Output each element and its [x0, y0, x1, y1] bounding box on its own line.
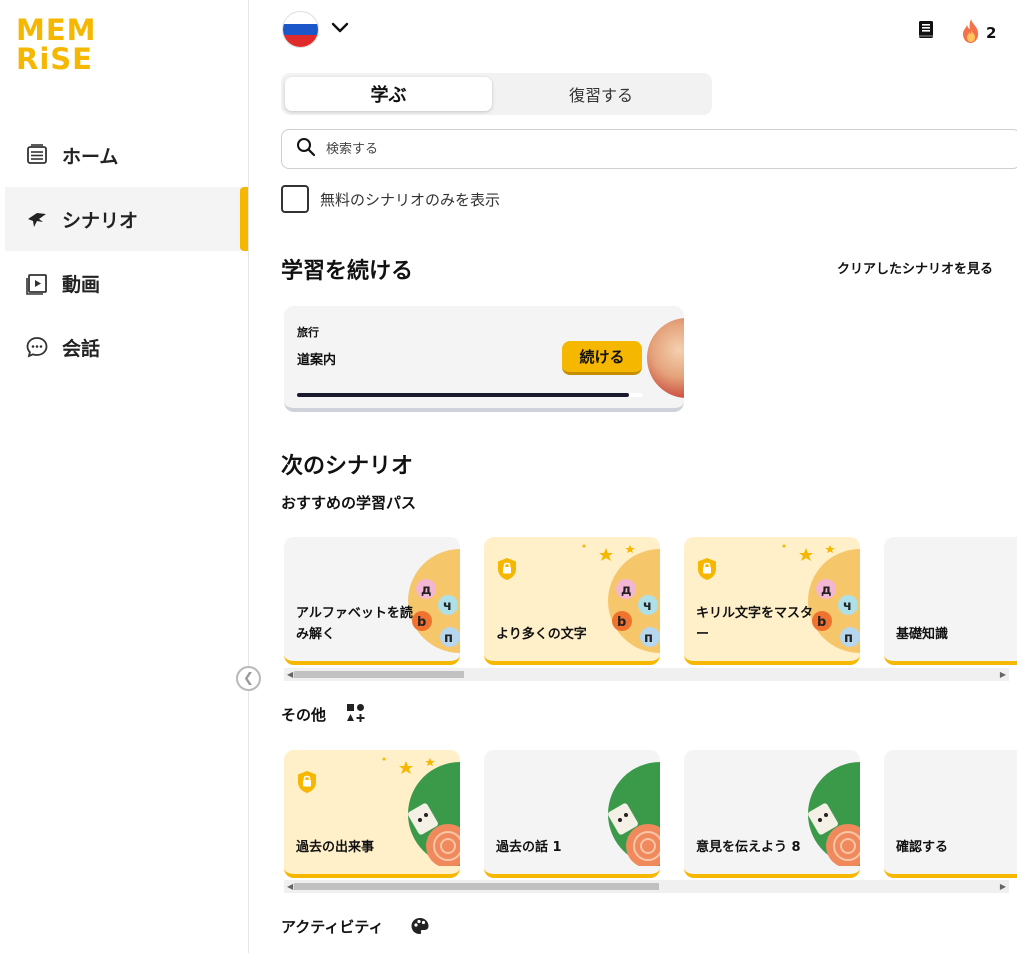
svg-text:b: b	[417, 615, 426, 630]
video-icon	[24, 270, 50, 296]
chevron-left-icon: ❮	[243, 671, 254, 686]
scenario-card-title: 過去の出来事	[296, 840, 375, 855]
see-cleared-scenarios-link[interactable]: クリアしたシナリオを見る	[837, 258, 993, 277]
free-only-checkbox[interactable]	[281, 185, 309, 213]
search-icon	[296, 137, 316, 161]
continue-scenario-card[interactable]: 旅行 道案内 続ける	[284, 306, 684, 412]
scenario-card[interactable]: 基礎知識	[884, 537, 1017, 665]
scenario-card[interactable]: д ч b п より多くの文字	[484, 537, 660, 665]
tab-learn[interactable]: 学ぶ	[285, 77, 492, 111]
scenario-title: 道案内	[297, 353, 337, 368]
scenario-progress-bar	[297, 393, 643, 397]
activities-heading: アクティビティ	[281, 918, 384, 936]
progress-fill	[297, 393, 630, 397]
scenario-icon	[24, 206, 50, 232]
sidebar-item-label: 動画	[62, 273, 101, 296]
free-only-label: 無料のシナリオのみを表示	[320, 190, 501, 209]
scroll-left-arrow-icon[interactable]: ◀	[287, 880, 293, 893]
svg-text:д: д	[421, 583, 432, 598]
svg-text:п: п	[444, 631, 453, 646]
svg-text:д: д	[821, 583, 832, 598]
scenario-card-title: 基礎知識	[896, 627, 949, 642]
svg-text:ч: ч	[443, 599, 452, 614]
memrise-logo[interactable]: MEM RiSE	[16, 13, 97, 76]
scrollbar-thumb[interactable]	[294, 883, 659, 890]
chat-bubble-icon	[24, 334, 50, 360]
scenario-card[interactable]: 確認する	[884, 750, 1017, 878]
recommended-row-scrollbar[interactable]: ◀ ▶	[284, 668, 1009, 681]
scenario-card-title: 意見を伝えよう 8	[696, 840, 801, 855]
language-flag-russian[interactable]	[282, 11, 319, 48]
shapes-category-icon	[346, 703, 366, 727]
sidebar-item-home[interactable]: ホーム	[5, 123, 248, 187]
svg-text:д: д	[621, 583, 632, 598]
next-scenarios-heading: 次のシナリオ	[281, 454, 414, 479]
continue-button[interactable]: 続ける	[562, 341, 642, 375]
search-bar	[281, 129, 1017, 169]
scenario-card[interactable]: 過去の出来事	[284, 750, 460, 878]
sidebar-item-videos[interactable]: 動画	[5, 251, 248, 315]
scenario-card-title: キリル文字をマスター	[696, 606, 814, 642]
premium-lock-icon	[298, 771, 316, 793]
dictionary-book-icon[interactable]	[917, 20, 935, 44]
recommended-cards-row: д ч b п アルファベットを読み解く д ч b п より多くの文字 д ч…	[284, 537, 1017, 667]
sidebar-item-label: ホーム	[62, 145, 119, 168]
tab-review[interactable]: 復習する	[495, 77, 707, 111]
premium-lock-icon	[698, 558, 716, 580]
svg-text:ч: ч	[843, 599, 852, 614]
sidebar-item-label: シナリオ	[62, 209, 139, 232]
svg-text:п: п	[644, 631, 653, 646]
other-cards-row: 過去の出来事 過去の話 1 意見を伝えよう 8 確認する	[284, 750, 1017, 880]
search-input[interactable]	[326, 141, 926, 157]
scroll-right-arrow-icon[interactable]: ▶	[1000, 668, 1006, 681]
sidebar: MEM RiSE ホーム シナリオ 動画 会話	[0, 0, 249, 953]
free-only-filter[interactable]: 無料のシナリオのみを表示	[281, 185, 500, 213]
scenario-card[interactable]: 意見を伝えよう 8	[684, 750, 860, 878]
other-heading: その他	[281, 706, 327, 724]
scenario-card-title: 確認する	[896, 840, 949, 855]
premium-lock-icon	[498, 558, 516, 580]
sidebar-item-label: 会話	[62, 337, 101, 360]
svg-text:ч: ч	[643, 599, 652, 614]
svg-text:b: b	[617, 615, 626, 630]
scenario-card-title: アルファベットを読み解く	[296, 606, 413, 642]
scenario-card[interactable]: 過去の話 1	[484, 750, 660, 878]
home-feed-icon	[24, 142, 50, 168]
scenario-card-title: より多くの文字	[496, 627, 587, 642]
continue-learning-heading: 学習を続ける	[281, 259, 414, 284]
palette-icon	[410, 916, 430, 940]
collapse-sidebar-button[interactable]: ❮	[236, 666, 261, 691]
logo-line-2: RiSE	[16, 42, 93, 76]
scenario-category: 旅行	[297, 326, 319, 339]
streak-counter[interactable]: 2	[960, 18, 996, 48]
scroll-right-arrow-icon[interactable]: ▶	[1000, 880, 1006, 893]
logo-line-1: MEM	[16, 13, 97, 47]
chevron-down-icon[interactable]	[330, 18, 350, 42]
sidebar-item-conversations[interactable]: 会話	[5, 315, 248, 379]
scenario-card-title: 過去の話 1	[496, 840, 562, 855]
recommended-path-heading: おすすめの学習パス	[281, 494, 417, 512]
learn-review-tabs: 学ぶ 復習する	[281, 73, 712, 115]
sidebar-item-scenarios[interactable]: シナリオ	[5, 187, 248, 251]
scenario-card[interactable]: д ч b п キリル文字をマスター	[684, 537, 860, 665]
see-cleared-label: クリアしたシナリオを見る	[837, 262, 994, 277]
scenario-illustration	[647, 318, 684, 398]
other-row-scrollbar[interactable]: ◀ ▶	[284, 880, 1009, 893]
svg-text:b: b	[817, 615, 826, 630]
scrollbar-thumb[interactable]	[294, 671, 464, 678]
streak-count: 2	[986, 24, 997, 42]
flame-icon	[960, 18, 982, 48]
scroll-left-arrow-icon[interactable]: ◀	[287, 668, 293, 681]
scenario-card[interactable]: д ч b п アルファベットを読み解く	[284, 537, 460, 665]
svg-text:п: п	[844, 631, 853, 646]
